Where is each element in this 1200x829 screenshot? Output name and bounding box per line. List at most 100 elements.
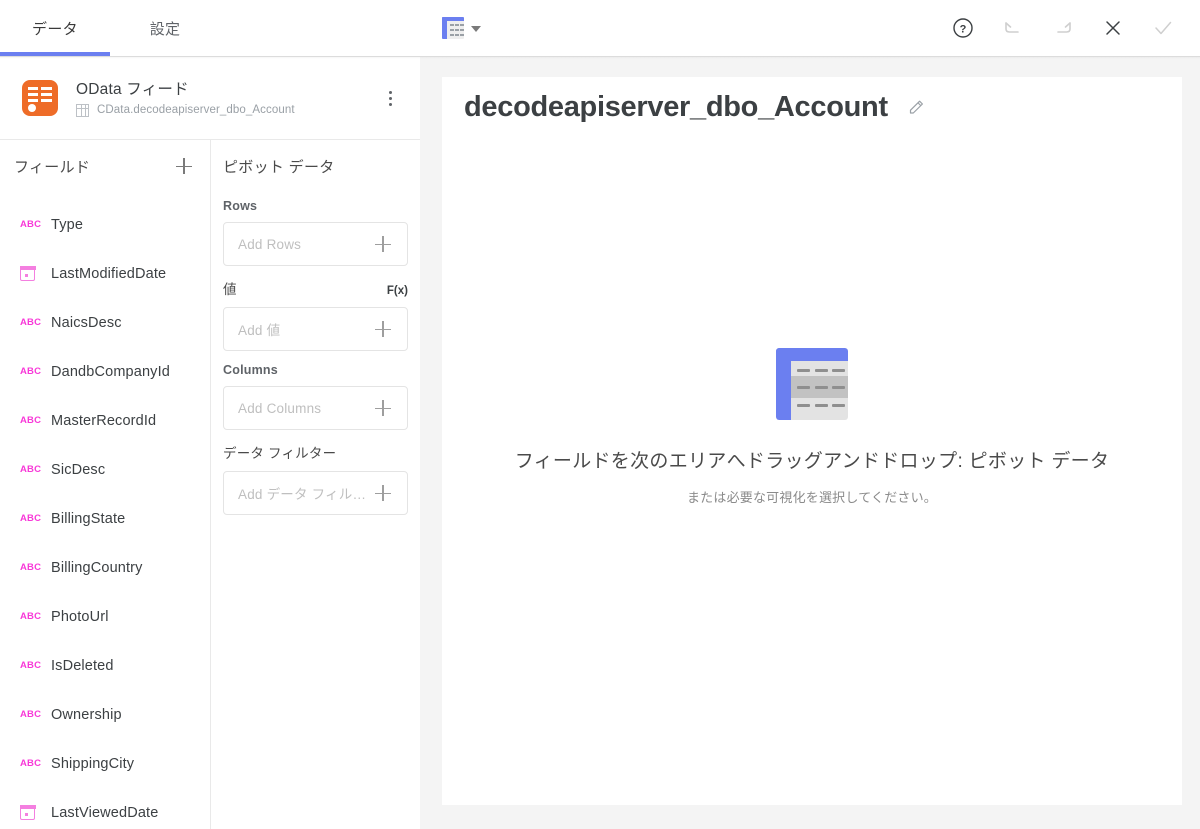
checkmark-icon[interactable] — [1148, 13, 1178, 43]
data-source-subtitle: CData.decodeapiserver_dbo_Account — [97, 104, 295, 116]
pivot-zone-label-columns: Columns — [223, 363, 408, 377]
pivot-editor-app: データ 設定 OData フィード CData.decodeapiserver_… — [0, 0, 1200, 829]
field-list-item[interactable]: LastModifiedDate — [0, 249, 210, 298]
abc-label: ABC — [20, 317, 41, 328]
field-name: LastViewedDate — [51, 805, 158, 821]
close-icon[interactable] — [1098, 13, 1128, 43]
empty-state-sub-text: または必要な可視化を選択してください。 — [687, 487, 937, 506]
chevron-down-icon — [471, 26, 481, 32]
pivot-table-icon — [442, 17, 464, 39]
field-name: MasterRecordId — [51, 413, 156, 429]
pivot-dropzone-values[interactable]: Add 値 — [223, 307, 408, 351]
empty-state-main-text: フィールドを次のエリアへドラッグアンドドロップ: ピボット データ — [515, 446, 1110, 473]
pencil-icon[interactable] — [906, 97, 928, 119]
fields-list[interactable]: ABCTypeLastModifiedDateABCNaicsDescABCDa… — [0, 192, 210, 829]
field-list-item[interactable]: ABC SicDesc — [0, 445, 210, 494]
field-name: BillingState — [51, 511, 125, 527]
left-panel: データ 設定 OData フィード CData.decodeapiserver_… — [0, 0, 420, 829]
add-filters-plus-icon[interactable] — [371, 481, 395, 505]
abc-label: ABC — [20, 611, 41, 622]
add-columns-plus-icon[interactable] — [371, 396, 395, 420]
pivot-data-title: ピボット データ — [211, 140, 420, 192]
fields-panel-header: フィールド — [0, 140, 210, 192]
field-list-item[interactable]: ABCShippingCity — [0, 739, 210, 788]
toolbar-actions: ? — [948, 13, 1186, 43]
zone-label-text: Rows — [223, 199, 408, 213]
field-name: LastModifiedDate — [51, 266, 166, 282]
zone-label-text: Columns — [223, 363, 408, 377]
calendar-icon — [20, 267, 46, 281]
pivot-dropzone-filters[interactable]: Add データ フィル… — [223, 471, 408, 515]
pivot-zones: Rows Add Rows 値F(x) Add 値 Columns Add Columns… — [211, 192, 420, 527]
pivot-zone-label-values: 値F(x) — [223, 278, 408, 298]
panels-split: フィールド ABC Type LastModifiedDate ABCNaicsDes… — [0, 140, 420, 829]
pivot-data-panel: ピボット データ Rows Add Rows 値F(x) Add 値 Columns Ad… — [211, 140, 420, 829]
canvas-title-row: decodeapiserver_dbo_Account — [442, 77, 1182, 124]
field-list-item[interactable]: LastViewedDate — [0, 788, 210, 829]
field-name: SicDesc — [51, 462, 105, 478]
tab-settings[interactable]: 設定 — [110, 0, 220, 56]
dropzone-placeholder: Add Columns — [238, 401, 371, 416]
report-canvas[interactable]: decodeapiserver_dbo_Account — [442, 77, 1182, 805]
field-list-item[interactable]: ABC DandbCompanyId — [0, 347, 210, 396]
field-list-item[interactable]: ABCNaicsDesc — [0, 298, 210, 347]
dropzone-placeholder: Add 値 — [238, 319, 371, 339]
svg-text:?: ? — [960, 24, 967, 36]
field-list-item[interactable]: ABCOwnership — [0, 690, 210, 739]
visualization-picker[interactable] — [442, 17, 481, 39]
abc-text-type-icon: ABC — [20, 611, 46, 622]
tab-data[interactable]: データ — [0, 0, 110, 56]
abc-label: ABC — [20, 660, 41, 671]
redo-icon[interactable] — [1048, 13, 1078, 43]
data-source-row[interactable]: OData フィード CData.decodeapiserver_dbo_Acc… — [0, 57, 420, 140]
zone-label-text: 値 — [223, 278, 387, 298]
formula-fx-button[interactable]: F(x) — [387, 285, 408, 297]
field-list-item[interactable]: ABC MasterRecordId — [0, 396, 210, 445]
abc-text-type-icon: ABC — [20, 660, 46, 671]
add-rows-plus-icon[interactable] — [371, 232, 395, 256]
field-list-item[interactable]: ABC BillingState — [0, 494, 210, 543]
zone-label-text: データ フィルター — [223, 442, 408, 462]
active-tab-indicator — [0, 52, 110, 56]
abc-text-type-icon: ABC — [20, 317, 46, 328]
field-name: PhotoUrl — [51, 609, 109, 625]
pivot-table-placeholder-icon — [776, 348, 848, 420]
dropzone-placeholder: Add Rows — [238, 237, 371, 252]
field-list-item[interactable]: ABC Type — [0, 200, 210, 249]
table-icon — [76, 104, 89, 117]
abc-label: ABC — [20, 758, 41, 769]
abc-label: ABC — [20, 415, 41, 426]
tab-settings-label: 設定 — [150, 18, 181, 39]
fields-panel-title: フィールド — [14, 156, 172, 177]
pivot-zone-label-filters: データ フィルター — [223, 442, 408, 462]
abc-label: ABC — [20, 562, 41, 573]
abc-text-type-icon: ABC — [20, 366, 46, 377]
abc-label: ABC — [20, 513, 41, 524]
help-icon[interactable]: ? — [948, 13, 978, 43]
abc-text-type-icon: ABC — [20, 562, 46, 573]
right-panel: ? — [420, 0, 1200, 829]
abc-text-type-icon: ABC — [20, 709, 46, 720]
pivot-zone-label-rows: Rows — [223, 199, 408, 213]
pivot-dropzone-rows[interactable]: Add Rows — [223, 222, 408, 266]
fields-panel: フィールド ABC Type LastModifiedDate ABCNaicsDes… — [0, 140, 211, 829]
add-values-plus-icon[interactable] — [371, 317, 395, 341]
pivot-dropzone-columns[interactable]: Add Columns — [223, 386, 408, 430]
abc-label: ABC — [20, 219, 41, 230]
abc-text-type-icon: ABC — [20, 758, 46, 769]
field-name: DandbCompanyId — [51, 364, 170, 380]
field-name: IsDeleted — [51, 658, 114, 674]
undo-icon[interactable] — [998, 13, 1028, 43]
add-field-plus-icon[interactable] — [172, 154, 196, 178]
field-list-item[interactable]: ABC IsDeleted — [0, 641, 210, 690]
field-name: BillingCountry — [51, 560, 143, 576]
odata-feed-icon — [22, 80, 58, 116]
field-list-item[interactable]: ABC PhotoUrl — [0, 592, 210, 641]
data-source-texts: OData フィード CData.decodeapiserver_dbo_Acc… — [76, 80, 376, 117]
kebab-menu-icon[interactable] — [376, 84, 404, 112]
data-source-subtitle-row: CData.decodeapiserver_dbo_Account — [76, 104, 376, 117]
field-name: Type — [51, 217, 83, 233]
abc-text-type-icon: ABC — [20, 464, 46, 475]
canvas-area: decodeapiserver_dbo_Account — [420, 57, 1200, 829]
field-list-item[interactable]: ABC BillingCountry — [0, 543, 210, 592]
